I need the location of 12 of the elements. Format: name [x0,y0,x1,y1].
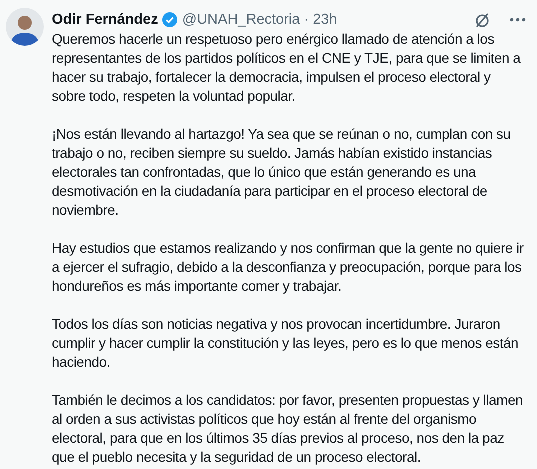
tweet-paragraph: Todos los días son noticias negativa y nos provocan incertidumbre. Juraron cumplir y hacer cumplir la constitución y las leyes, pero es lo que menos están haciendo. [52,315,520,372]
separator: · [304,12,310,28]
tweet-paragraph: Queremos hacerle un respetuoso pero enérgico llamado de atención a los representantes de los partidos políticos en el CNE y TJE, para que se limiten a hacer su trabajo, fortalecer la democracia, impulsen el proceso electoral y sobre todo, respeten la voluntad popular. [52,30,522,106]
author-name[interactable]: Odir Fernández [52,12,158,28]
tweet-paragraph: También le decimos a los candidatos: por favor, presenten propuestas y llamen al orden a sus activistas políticos que hoy están al frente del organismo electoral, para que en los últimos 35 días previos al proceso, nos den la paz que el pueblo necesita y la seguridad de un proceso electoral. [52,391,524,467]
more-icon[interactable] [509,17,527,23]
post-time[interactable]: 23h [313,12,338,28]
avatar[interactable] [6,8,44,46]
author-handle[interactable]: @UNAH_Rectoria [182,12,300,28]
slashed-circle-icon[interactable] [474,12,491,28]
tweet-paragraph: Hay estudios que estamos realizando y nos confirman que la gente no quiere ir a ejercer el sufragio, debido a la desconfianza y preocupación, porque para los hondureños es más importante comer y trabajar. [52,239,525,296]
tweet-paragraph: ¡Nos están llevando al hartazgo! Ya sea que se reúnan o no, cumplan con su trabajo o no, reciben siempre su sueldo. Jamás habían existido instancias electorales tan confrontadas, que lo único que están generando es una desmotivación en la ciudadanía para participar en el proceso electoral de noviembre. [52,125,512,220]
